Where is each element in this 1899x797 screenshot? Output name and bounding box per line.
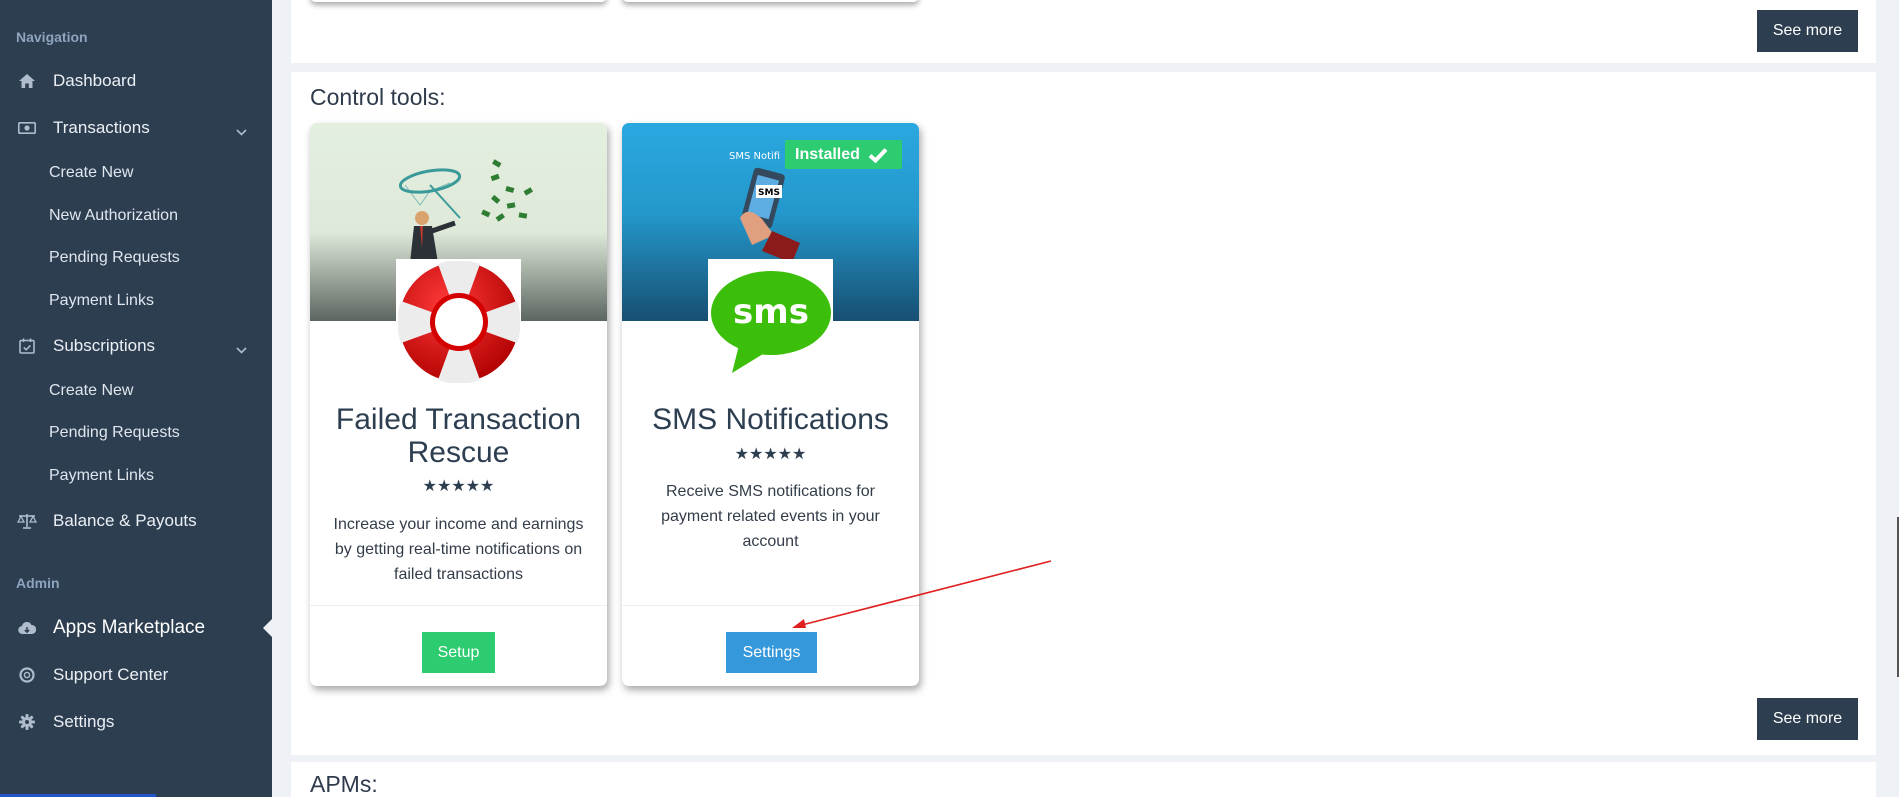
sidebar-sub-pending-requests[interactable]: Pending Requests xyxy=(49,249,180,267)
sidebar-sub-new-authorization[interactable]: New Authorization xyxy=(49,207,178,225)
calendar-check-icon xyxy=(17,336,37,356)
card-stub xyxy=(310,0,607,2)
chevron-down-icon xyxy=(236,339,247,359)
life-ring-icon xyxy=(17,665,37,685)
sidebar-item-label: Settings xyxy=(53,712,115,731)
sidebar: Navigation Dashboard Transactions Create… xyxy=(0,0,272,797)
panel-apms xyxy=(291,762,1876,797)
balance-scale-icon xyxy=(17,511,37,531)
settings-button[interactable]: Settings xyxy=(726,632,817,673)
sidebar-item-label: Support Center xyxy=(53,665,169,684)
installed-badge: Installed xyxy=(785,140,902,169)
card-title: Failed Transaction Rescue xyxy=(335,403,582,469)
money-bill-icon xyxy=(17,118,37,138)
annotation-arrow xyxy=(792,560,1052,628)
setup-button[interactable]: Setup xyxy=(422,632,495,673)
sms-logo: sms xyxy=(708,259,833,384)
sidebar-sub-create-new[interactable]: Create New xyxy=(49,382,133,400)
sidebar-sub-pending-requests[interactable]: Pending Requests xyxy=(49,424,180,442)
section-title-control-tools: Control tools: xyxy=(310,84,446,110)
sidebar-sub-payment-links[interactable]: Payment Links xyxy=(49,467,154,485)
lifebuoy-logo xyxy=(396,259,521,384)
app-card-failed-transaction-rescue[interactable]: Failed Transaction Rescue ★★★★★ Increase… xyxy=(310,123,607,686)
cloud-download-icon xyxy=(17,618,37,638)
banner-text: SMS Notifi xyxy=(729,151,781,162)
panel-previous-section xyxy=(291,0,1876,63)
sidebar-item-label: Subscriptions xyxy=(53,336,156,355)
sidebar-sub-create-new[interactable]: Create New xyxy=(49,164,133,182)
section-admin: Admin xyxy=(16,575,60,591)
sidebar-item-subscriptions[interactable]: Subscriptions xyxy=(0,326,272,366)
phone-sms-label: SMS xyxy=(758,188,780,198)
chevron-down-icon xyxy=(236,121,247,141)
rating-stars: ★★★★★ xyxy=(422,478,495,495)
sms-logo-text: sms xyxy=(733,292,809,332)
section-title-apms: APMs: xyxy=(310,771,378,797)
sidebar-item-label: Dashboard xyxy=(53,71,137,90)
card-description: Increase your income and earnings by get… xyxy=(333,516,584,583)
see-more-button[interactable]: See more xyxy=(1757,10,1858,52)
sidebar-item-settings[interactable]: Settings xyxy=(0,702,272,742)
sidebar-item-balance-payouts[interactable]: Balance & Payouts xyxy=(0,501,272,541)
sidebar-sub-payment-links[interactable]: Payment Links xyxy=(49,292,154,310)
home-icon xyxy=(17,71,37,91)
sidebar-item-apps-marketplace[interactable]: Apps Marketplace xyxy=(0,608,272,648)
sidebar-item-transactions[interactable]: Transactions xyxy=(0,108,272,148)
card-title: SMS Notifications xyxy=(652,403,889,436)
sidebar-item-support-center[interactable]: Support Center xyxy=(0,655,272,695)
card-stub xyxy=(622,0,919,2)
see-more-button[interactable]: See more xyxy=(1757,698,1858,740)
gear-icon xyxy=(17,712,37,732)
sidebar-item-label: Apps Marketplace xyxy=(53,617,206,638)
sidebar-item-label: Balance & Payouts xyxy=(53,511,197,530)
card-description: Receive SMS notifications for payment re… xyxy=(661,483,880,550)
sidebar-item-label: Transactions xyxy=(53,118,150,137)
rating-stars: ★★★★★ xyxy=(734,446,807,463)
sidebar-item-dashboard[interactable]: Dashboard xyxy=(0,61,272,101)
active-indicator xyxy=(263,619,272,637)
section-navigation: Navigation xyxy=(16,29,88,45)
installed-label: Installed xyxy=(795,145,860,163)
check-icon xyxy=(868,147,888,163)
card-divider xyxy=(310,605,607,606)
